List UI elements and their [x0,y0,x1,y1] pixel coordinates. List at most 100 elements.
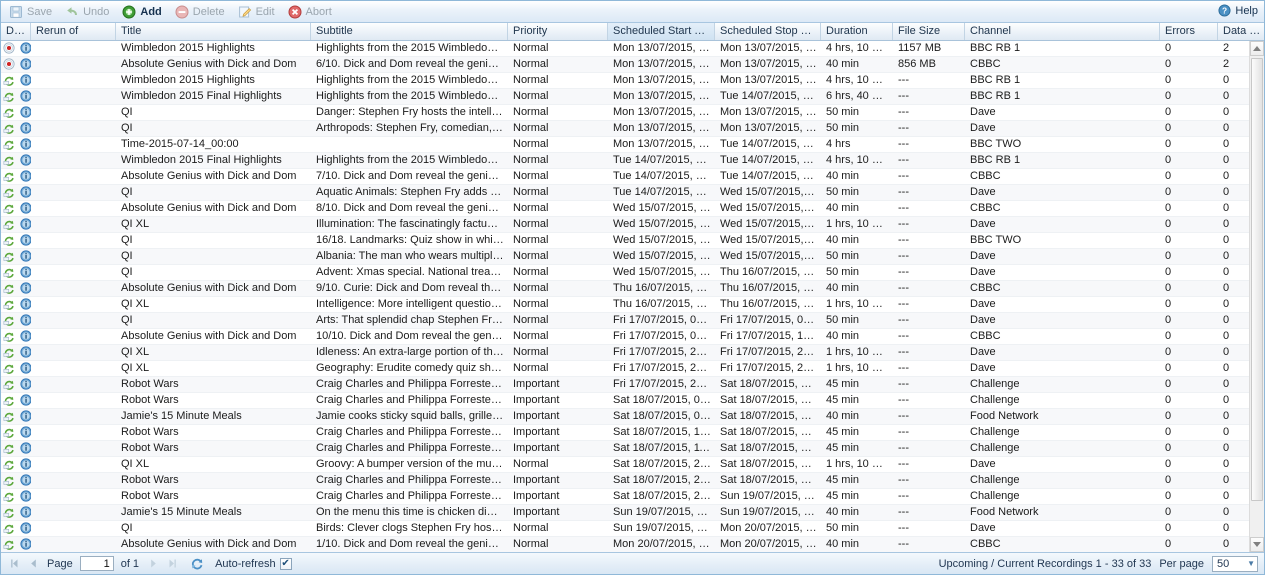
scheduled-status-icon[interactable] [3,154,17,168]
info-icon[interactable] [20,249,31,264]
table-row[interactable]: Robot Wars Craig Charles and Philippa For… [1,441,1249,457]
info-icon[interactable] [20,153,31,168]
table-row[interactable]: QI XL Illumination: The fascinatingly fac… [1,217,1249,233]
column-header-duration[interactable]: Duration [821,23,893,40]
scheduled-status-icon[interactable] [3,442,17,456]
prev-page-icon[interactable] [26,557,40,571]
scheduled-status-icon[interactable] [3,186,17,200]
scheduled-status-icon[interactable] [3,458,17,472]
scheduled-status-icon[interactable] [3,378,17,392]
scheduled-status-icon[interactable] [3,138,17,152]
column-header-dataerr[interactable]: Data Err... [1218,23,1265,40]
table-row[interactable]: Robot Wars Craig Charles and Philippa For… [1,489,1249,505]
info-icon[interactable] [20,489,31,504]
info-icon[interactable] [20,457,31,472]
info-icon[interactable] [20,41,31,56]
info-icon[interactable] [20,329,31,344]
table-row[interactable]: QI Advent: Xmas special. National treasur… [1,265,1249,281]
edit-button[interactable]: Edit [234,3,282,21]
per-page-select[interactable]: 50 ▼ [1212,555,1258,572]
info-icon[interactable] [20,297,31,312]
scheduled-status-icon[interactable] [3,202,17,216]
table-row[interactable]: Jamie's 15 Minute Meals On the menu this … [1,505,1249,521]
table-row[interactable]: Robot Wars Craig Charles and Philippa For… [1,425,1249,441]
table-row[interactable]: Absolute Genius with Dick and Dom 8/10. D… [1,201,1249,217]
column-header-rerun[interactable]: Rerun of [31,23,116,40]
table-row[interactable]: Robot Wars Craig Charles and Philippa For… [1,393,1249,409]
info-icon[interactable] [20,265,31,280]
table-row[interactable]: Absolute Genius with Dick and Dom 6/10. D… [1,57,1249,73]
scheduled-status-icon[interactable] [3,426,17,440]
info-icon[interactable] [20,185,31,200]
info-icon[interactable] [20,313,31,328]
info-icon[interactable] [20,473,31,488]
scheduled-status-icon[interactable] [3,362,17,376]
scheduled-status-icon[interactable] [3,218,17,232]
table-row[interactable]: Absolute Genius with Dick and Dom 9/10. C… [1,281,1249,297]
scheduled-status-icon[interactable] [3,282,17,296]
table-row[interactable]: Absolute Genius with Dick and Dom 10/10. … [1,329,1249,345]
info-icon[interactable] [20,361,31,376]
column-header-start[interactable]: Scheduled Start Time▲ [608,23,715,40]
table-row[interactable]: QI XL Idleness: An extra-large portion of… [1,345,1249,361]
add-button[interactable]: Add [118,3,168,21]
first-page-icon[interactable] [7,557,21,571]
table-row[interactable]: QI Birds: Clever clogs Stephen Fry hosts … [1,521,1249,537]
auto-refresh-control[interactable]: Auto-refresh ✔ [215,557,292,570]
column-header-errors[interactable]: Errors [1160,23,1218,40]
table-row[interactable]: QI XL Groovy: A bumper version of the muc… [1,457,1249,473]
page-input[interactable] [79,556,114,571]
info-icon[interactable] [20,73,31,88]
scheduled-status-icon[interactable] [3,234,17,248]
info-icon[interactable] [20,441,31,456]
info-icon[interactable] [20,121,31,136]
auto-refresh-checkbox[interactable]: ✔ [279,557,292,570]
delete-button[interactable]: Delete [171,3,232,21]
column-header-priority[interactable]: Priority [508,23,608,40]
table-row[interactable]: QI 16/18. Landmarks: Quiz show in which t… [1,233,1249,249]
table-row[interactable]: Wimbledon 2015 Final Highlights Highlight… [1,153,1249,169]
scheduled-status-icon[interactable] [3,170,17,184]
table-row[interactable]: Time-2015-07-14_00:00 Normal Mon 13/07/201… [1,137,1249,153]
column-header-stop[interactable]: Scheduled Stop Time [715,23,821,40]
column-header-title[interactable]: Title [116,23,311,40]
info-icon[interactable] [20,393,31,408]
refresh-icon[interactable] [190,557,204,571]
info-icon[interactable] [20,505,31,520]
scheduled-status-icon[interactable] [3,538,17,552]
scheduled-status-icon[interactable] [3,346,17,360]
info-icon[interactable] [20,377,31,392]
last-page-icon[interactable] [165,557,179,571]
info-icon[interactable] [20,521,31,536]
info-icon[interactable] [20,537,31,552]
column-header-subtitle[interactable]: Subtitle [311,23,508,40]
table-row[interactable]: QI Arthropods: Stephen Fry, comedian, nov… [1,121,1249,137]
scheduled-status-icon[interactable] [3,74,17,88]
info-icon[interactable] [20,345,31,360]
table-row[interactable]: Robot Wars Craig Charles and Philippa For… [1,377,1249,393]
undo-button[interactable]: Undo [61,3,116,21]
table-row[interactable]: QI Aquatic Animals: Stephen Fry adds yet … [1,185,1249,201]
info-icon[interactable] [20,201,31,216]
info-icon[interactable] [20,425,31,440]
table-row[interactable]: Robot Wars Craig Charles and Philippa For… [1,473,1249,489]
abort-button[interactable]: Abort [284,3,339,21]
scheduled-status-icon[interactable] [3,314,17,328]
column-header-details[interactable]: Details [1,23,31,40]
scheduled-status-icon[interactable] [3,298,17,312]
table-row[interactable]: Wimbledon 2015 Final Highlights Highlight… [1,89,1249,105]
table-row[interactable]: QI Albania: The man who wears multiple ha… [1,249,1249,265]
scheduled-status-icon[interactable] [3,522,17,536]
column-header-channel[interactable]: Channel [965,23,1160,40]
table-row[interactable]: Absolute Genius with Dick and Dom 1/10. D… [1,537,1249,552]
scheduled-status-icon[interactable] [3,394,17,408]
info-icon[interactable] [20,137,31,152]
scheduled-status-icon[interactable] [3,490,17,504]
table-row[interactable]: QI Danger: Stephen Fry hosts the intellec… [1,105,1249,121]
info-icon[interactable] [20,409,31,424]
info-icon[interactable] [20,281,31,296]
scroll-down-button[interactable] [1250,537,1264,552]
scheduled-status-icon[interactable] [3,474,17,488]
next-page-icon[interactable] [146,557,160,571]
table-row[interactable]: QI XL Intelligence: More intelligent ques… [1,297,1249,313]
